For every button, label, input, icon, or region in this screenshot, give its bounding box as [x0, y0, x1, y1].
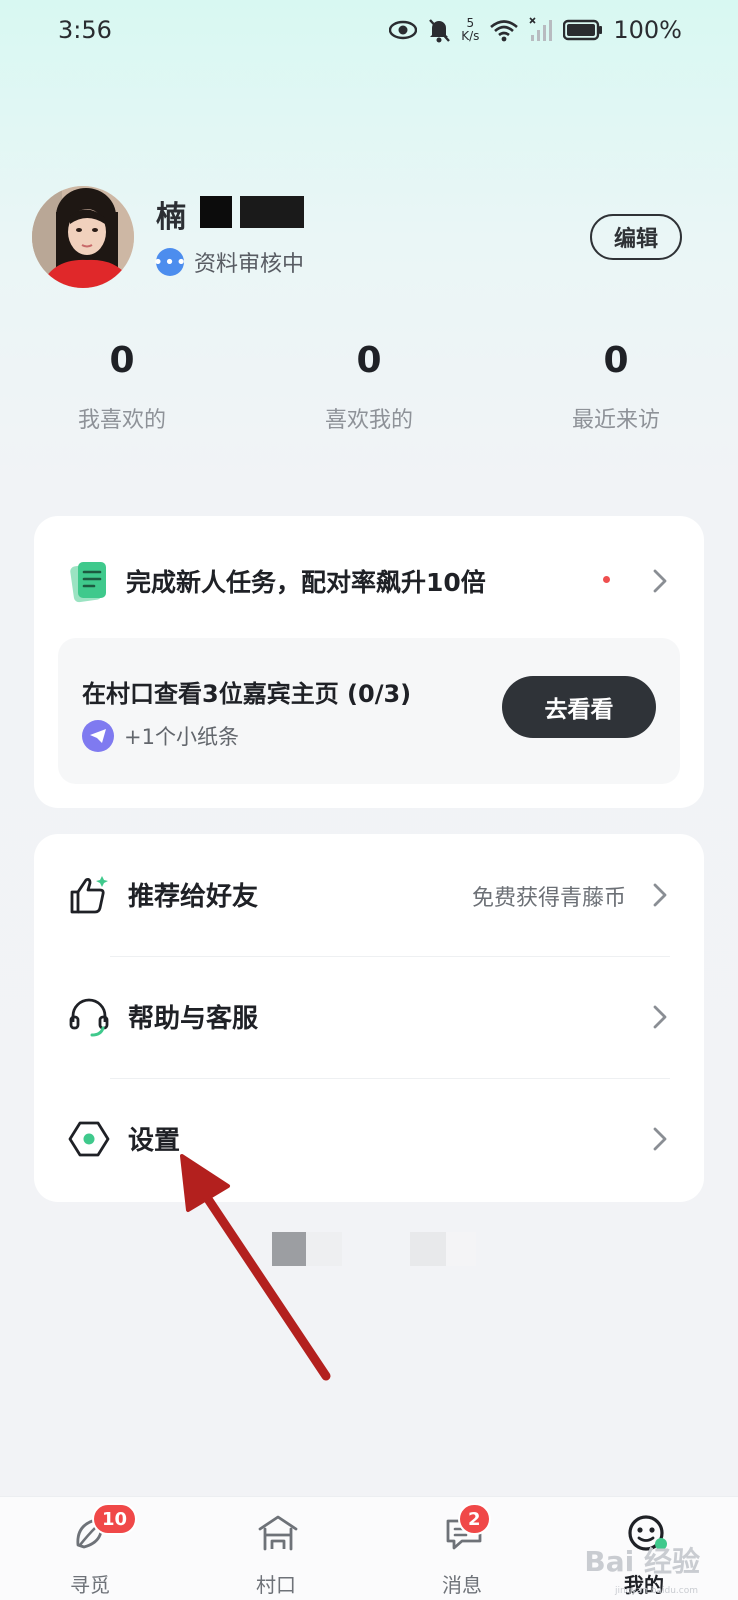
stat-label: 我喜欢的	[77, 408, 166, 433]
stats-row: 0 我喜欢的 0 喜欢我的 0 最近来访	[0, 340, 738, 440]
watermark-url: jingyan.baidu.com	[614, 1586, 698, 1596]
paper-plane-icon	[82, 720, 114, 752]
chevron-right-icon	[653, 883, 667, 907]
user-name-prefix: 楠	[156, 200, 186, 235]
eye-icon	[389, 20, 418, 40]
battery-percent: 100%	[613, 16, 682, 44]
status-icons: 5 K/s 100%	[389, 16, 682, 44]
redacted-version-text	[446, 1232, 476, 1266]
net-speed-unit: K/s	[461, 29, 480, 43]
battery-icon	[563, 19, 603, 41]
menu-item-hint: 免费获得青藤币	[471, 886, 626, 911]
stat-value: 0	[356, 340, 382, 381]
status-time: 3:56	[58, 16, 112, 44]
menu-item-recommend[interactable]: 推荐给好友 免费获得青藤币	[34, 834, 704, 956]
settings-hexagon-icon	[68, 1121, 110, 1157]
user-name: 楠	[156, 192, 336, 235]
tab-label: 消息	[442, 1573, 482, 1597]
profile-header: 楠 ••• 资料审核中 编辑	[32, 186, 706, 290]
task-item: 在村口查看3位嘉宾主页 (0/3) +1个小纸条 去看看	[58, 638, 680, 784]
unread-badge: 2	[458, 1503, 491, 1535]
chevron-right-icon	[653, 569, 667, 593]
menu-item-help[interactable]: 帮助与客服	[34, 956, 704, 1078]
notebook-icon	[70, 562, 106, 603]
unread-dot	[603, 576, 610, 583]
task-card-header[interactable]: 完成新人任务，配对率飙升10倍	[70, 556, 668, 606]
tab-messages[interactable]: 2 消息	[402, 1497, 522, 1600]
stat-i-like[interactable]: 0 我喜欢的	[22, 340, 222, 434]
stat-label: 喜欢我的	[324, 408, 413, 433]
chevron-right-icon	[653, 1005, 667, 1029]
newbie-task-card: 完成新人任务，配对率飙升10倍 在村口查看3位嘉宾主页 (0/3) +1个小纸条…	[34, 516, 704, 808]
menu-card: 推荐给好友 免费获得青藤币 帮助与客服 设置	[34, 834, 704, 1202]
review-status-text: 资料审核中	[194, 252, 305, 277]
tab-label: 村口	[256, 1573, 296, 1597]
menu-item-label: 推荐给好友	[128, 882, 259, 912]
chevron-right-icon	[653, 1127, 667, 1151]
review-status: ••• 资料审核中	[153, 246, 305, 278]
watermark: Bai 经验	[584, 1545, 700, 1578]
tab-discover[interactable]: 10 寻觅	[30, 1497, 150, 1600]
menu-item-settings[interactable]: 设置	[34, 1078, 704, 1200]
task-item-title: 在村口查看3位嘉宾主页 (0/3)	[82, 680, 412, 708]
name-redaction	[200, 196, 232, 228]
avatar[interactable]	[32, 186, 134, 288]
redacted-version-text	[410, 1232, 446, 1266]
menu-item-label: 帮助与客服	[128, 1004, 259, 1034]
pending-dots-icon: •••	[153, 248, 186, 276]
signal-icon	[529, 17, 553, 41]
name-redaction	[240, 196, 304, 228]
stat-value: 0	[109, 340, 135, 381]
task-reward-text: +1个小纸条	[124, 725, 239, 749]
tab-label: 寻觅	[70, 1573, 110, 1597]
status-bar: 3:56 5 K/s 100%	[0, 0, 738, 60]
net-speed: 5 K/s	[461, 17, 479, 43]
stat-likes-me[interactable]: 0 喜欢我的	[269, 340, 469, 434]
unread-badge: 10	[92, 1503, 138, 1535]
avatar-photo	[32, 186, 134, 288]
headset-icon	[69, 998, 109, 1037]
stat-label: 最近来访	[571, 408, 660, 433]
task-reward: +1个小纸条	[82, 720, 239, 752]
annotation-arrow	[180, 1154, 331, 1381]
tab-village[interactable]: 村口	[216, 1497, 336, 1600]
stat-value: 0	[603, 340, 629, 381]
wifi-icon	[490, 20, 519, 42]
stat-recent-visitors[interactable]: 0 最近来访	[516, 340, 716, 434]
task-card-title: 完成新人任务，配对率飙升10倍	[126, 568, 486, 597]
village-gate-icon	[258, 1515, 298, 1551]
edit-profile-button[interactable]: 编辑	[590, 214, 682, 260]
thumbs-up-icon	[70, 876, 108, 914]
bell-muted-icon	[429, 19, 451, 43]
go-see-button[interactable]: 去看看	[502, 676, 656, 738]
